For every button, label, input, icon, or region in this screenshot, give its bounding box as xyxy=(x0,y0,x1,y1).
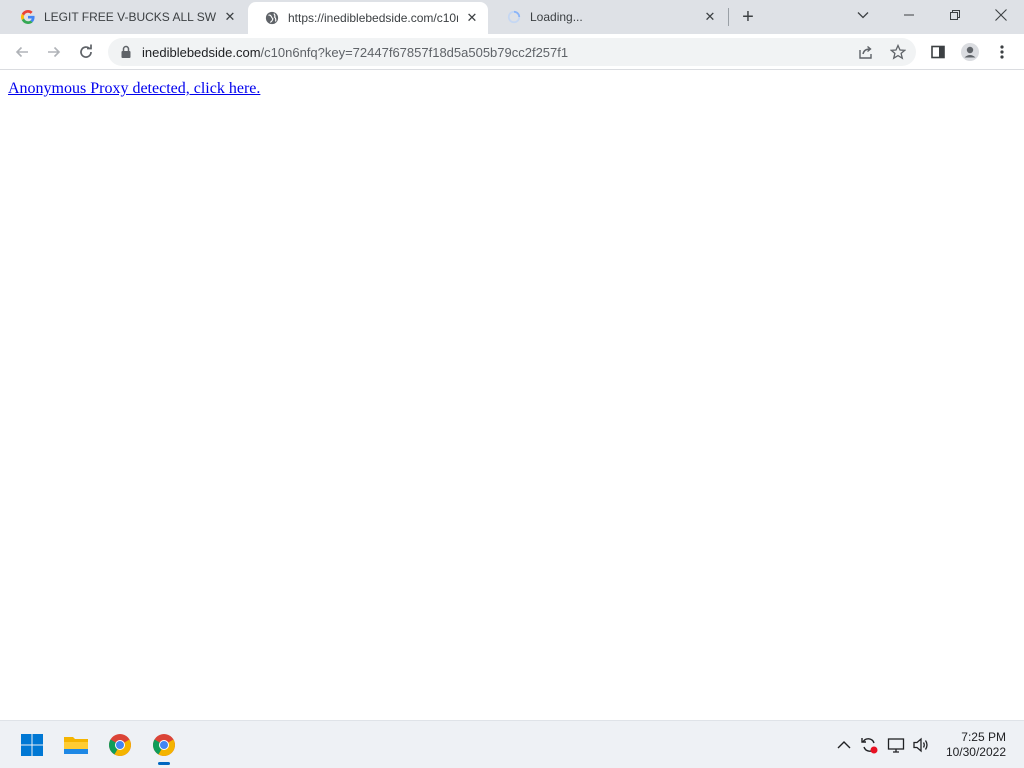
browser-toolbar: inediblebedside.com/c10n6nfq?key=72447f6… xyxy=(0,34,1024,70)
globe-icon xyxy=(264,10,280,26)
google-icon xyxy=(20,9,36,25)
restore-icon xyxy=(950,10,960,20)
file-explorer-button[interactable] xyxy=(60,729,92,761)
side-panel-button[interactable] xyxy=(924,38,952,66)
start-button[interactable] xyxy=(16,729,48,761)
chevron-up-icon xyxy=(837,741,851,749)
chrome-icon xyxy=(109,734,131,756)
anonymous-proxy-link[interactable]: Anonymous Proxy detected, click here. xyxy=(8,80,260,98)
bookmark-star-icon[interactable] xyxy=(888,43,908,61)
minimize-button[interactable] xyxy=(886,0,932,30)
forward-arrow-icon xyxy=(48,46,61,58)
address-bar[interactable]: inediblebedside.com/c10n6nfq?key=72447f6… xyxy=(108,38,916,66)
system-clock[interactable]: 7:25 PM 10/30/2022 xyxy=(946,730,1006,760)
sync-status-icon[interactable] xyxy=(859,735,879,755)
tab-title: Loading... xyxy=(530,10,583,24)
close-tab-icon[interactable]: ✕ xyxy=(464,10,480,26)
reload-icon xyxy=(80,44,92,58)
loading-spinner-icon xyxy=(506,9,522,25)
chrome-taskbar-button[interactable] xyxy=(104,729,136,761)
tab-title: https://inediblebedside.com/c10n6nfq xyxy=(288,11,458,25)
close-tab-icon[interactable]: ✕ xyxy=(222,9,238,25)
menu-button[interactable] xyxy=(988,38,1016,66)
close-window-button[interactable] xyxy=(978,0,1024,30)
back-button[interactable] xyxy=(8,38,36,66)
minimize-icon xyxy=(904,14,914,16)
kebab-menu-icon xyxy=(1000,45,1004,59)
chevron-down-icon xyxy=(857,12,869,19)
tab-legit-free-vbucks[interactable]: LEGIT FREE V-BUCKS ALL SWEEPS ✕ xyxy=(4,0,246,34)
windows-taskbar: 7:25 PM 10/30/2022 xyxy=(0,720,1024,768)
tab-strip: LEGIT FREE V-BUCKS ALL SWEEPS ✕ https://… xyxy=(0,0,1024,34)
new-tab-button[interactable]: + xyxy=(736,6,760,28)
clock-time: 7:25 PM xyxy=(961,730,1006,744)
tab-inediblebedside[interactable]: https://inediblebedside.com/c10n6nfq ✕ xyxy=(248,2,488,34)
avatar-icon xyxy=(961,43,979,61)
close-tab-icon[interactable]: ✕ xyxy=(702,9,718,25)
side-panel-icon xyxy=(931,45,945,59)
share-icon[interactable] xyxy=(856,43,876,61)
url-domain: inediblebedside.com xyxy=(142,45,261,60)
volume-icon[interactable] xyxy=(911,735,931,755)
show-hidden-icons-button[interactable] xyxy=(834,735,854,755)
tab-separator xyxy=(728,8,729,26)
url-text: inediblebedside.com/c10n6nfq?key=72447f6… xyxy=(142,45,568,60)
windows-logo-icon xyxy=(21,734,43,756)
page-content: Anonymous Proxy detected, click here. xyxy=(0,71,1024,720)
chrome-icon xyxy=(153,734,175,756)
lock-icon[interactable] xyxy=(118,44,134,60)
close-icon xyxy=(995,9,1007,21)
reload-button[interactable] xyxy=(72,38,100,66)
tab-search-button[interactable] xyxy=(840,0,886,30)
forward-button[interactable] xyxy=(40,38,68,66)
chrome-active-taskbar-button[interactable] xyxy=(148,729,180,765)
clock-date: 10/30/2022 xyxy=(945,745,1006,759)
profile-button[interactable] xyxy=(956,38,984,66)
restore-button[interactable] xyxy=(932,0,978,30)
network-icon[interactable] xyxy=(886,735,906,755)
tab-loading[interactable]: Loading... ✕ xyxy=(490,0,726,34)
url-path: /c10n6nfq?key=72447f67857f18d5a505b79cc2… xyxy=(260,45,569,60)
folder-icon xyxy=(64,737,88,754)
active-app-indicator xyxy=(158,762,170,765)
back-arrow-icon xyxy=(15,46,28,58)
tab-title: LEGIT FREE V-BUCKS ALL SWEEPS xyxy=(44,10,216,24)
